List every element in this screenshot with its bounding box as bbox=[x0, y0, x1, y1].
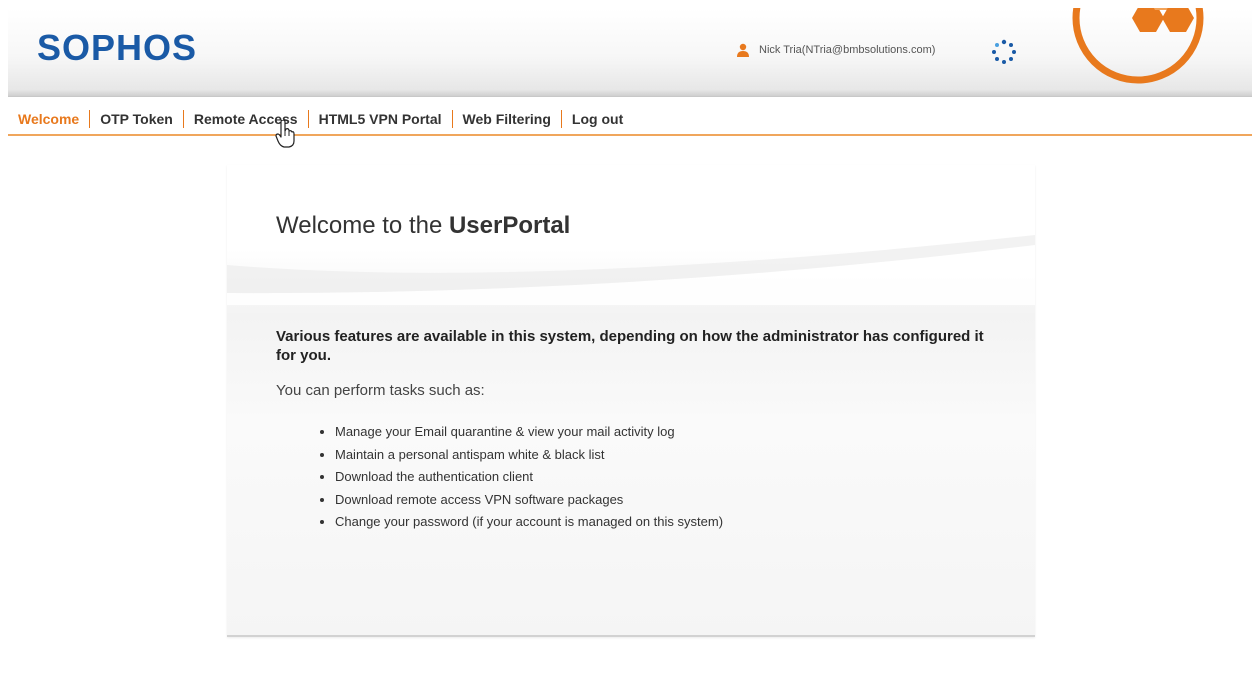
user-icon bbox=[737, 43, 749, 57]
list-item: Download remote access VPN software pack… bbox=[335, 489, 723, 512]
loading-spinner-icon bbox=[992, 39, 1016, 64]
welcome-panel: Welcome to the UserPortal Various featur… bbox=[227, 165, 1035, 637]
list-item: Change your password (if your account is… bbox=[335, 511, 723, 534]
panel-swoosh bbox=[227, 235, 1035, 305]
title-prefix: Welcome to the bbox=[276, 212, 449, 239]
list-item: Maintain a personal antispam white & bla… bbox=[335, 444, 723, 467]
hand-cursor-icon bbox=[275, 120, 295, 148]
user-label: Nick Tria(NTria@bmbsolutions.com) bbox=[759, 44, 936, 56]
main-nav: Welcome OTP Token Remote Access HTML5 VP… bbox=[8, 104, 1252, 136]
tasks-heading: You can perform tasks such as: bbox=[276, 382, 485, 399]
header-bar: SOPHOS Nick Tria(NTria@bmbsolutions.com) bbox=[8, 8, 1252, 97]
nav-item-html5-vpn-portal[interactable]: HTML5 VPN Portal bbox=[309, 110, 452, 128]
page-title: Welcome to the UserPortal bbox=[276, 211, 570, 241]
sophos-emblem-icon bbox=[1072, 8, 1204, 84]
list-item: Manage your Email quarantine & view your… bbox=[335, 421, 723, 444]
tasks-list: Manage your Email quarantine & view your… bbox=[317, 421, 723, 534]
intro-text: Various features are available in this s… bbox=[276, 328, 984, 364]
title-bold: UserPortal bbox=[448, 212, 571, 239]
header-shade bbox=[8, 90, 1252, 96]
nav-item-otp-token[interactable]: OTP Token bbox=[90, 110, 183, 128]
user-info: Nick Tria(NTria@bmbsolutions.com) bbox=[735, 41, 935, 59]
sophos-logo: SOPHOS bbox=[37, 27, 198, 68]
nav-item-welcome[interactable]: Welcome bbox=[8, 110, 89, 128]
list-item: Download the authentication client bbox=[335, 466, 723, 489]
nav-item-log-out[interactable]: Log out bbox=[562, 110, 633, 128]
nav-item-web-filtering[interactable]: Web Filtering bbox=[453, 110, 561, 128]
